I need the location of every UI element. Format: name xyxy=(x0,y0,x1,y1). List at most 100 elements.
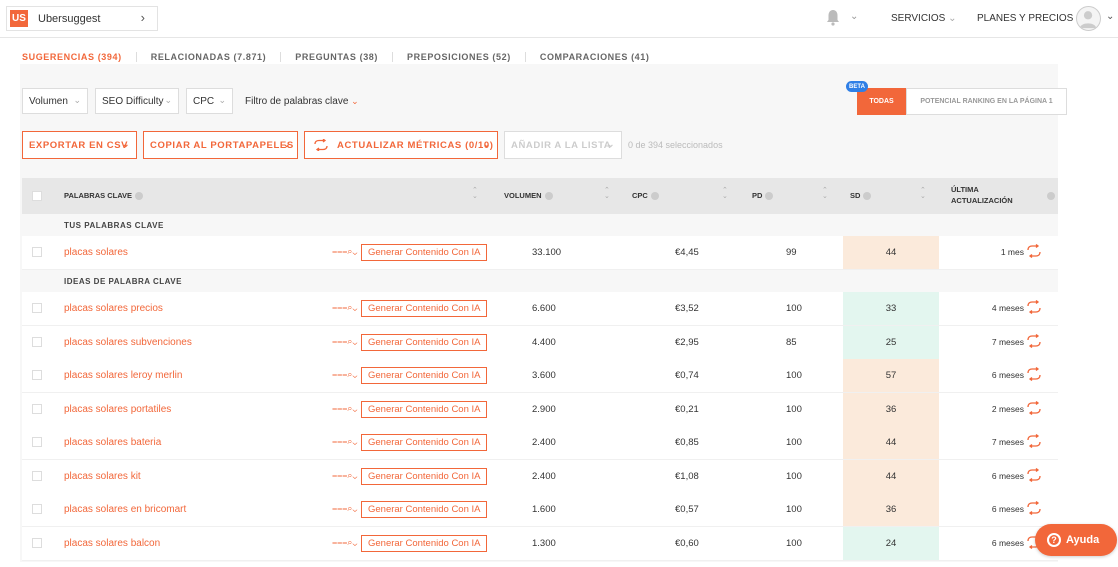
segment-potencial[interactable]: POTENCIAL RANKING EN LA PÁGINA 1 xyxy=(906,88,1067,115)
refresh-icon[interactable] xyxy=(1026,367,1042,381)
refresh-icon[interactable] xyxy=(1026,501,1042,515)
user-icon xyxy=(1079,11,1097,29)
keyword-link[interactable]: placas solares bateria xyxy=(64,437,161,448)
sort-icon[interactable]: ⌃ ⌄ xyxy=(472,187,478,200)
table-row: placas solares precios ⩶⌕⌄ Generar Conteni… xyxy=(22,292,1058,326)
volume-value: 2.400 xyxy=(532,470,556,482)
column-cpc[interactable]: CPC xyxy=(632,191,659,201)
generate-content-button[interactable]: Generar Contenido Con IA xyxy=(361,367,488,384)
keyword-tools-icon[interactable]: ⩶⌕⌄ xyxy=(332,336,357,347)
row-checkbox[interactable] xyxy=(32,437,42,447)
keyword-link[interactable]: placas solares balcon xyxy=(64,538,160,549)
refresh-icon[interactable] xyxy=(1026,434,1042,448)
keyword-tools-icon[interactable]: ⩶⌕⌄ xyxy=(332,436,357,447)
table-row: placas solares en bricomart ⩶⌕⌄ Generar Co… xyxy=(22,493,1058,527)
bell-icon[interactable] xyxy=(826,9,840,26)
chevron-down-icon: ⌄ xyxy=(482,139,491,149)
cpc-value: €4,45 xyxy=(675,247,699,258)
cpc-value: €1,08 xyxy=(675,470,699,482)
project-selector[interactable]: US Ubersuggest › xyxy=(6,6,158,31)
row-checkbox[interactable] xyxy=(32,247,42,257)
beta-badge: BETA xyxy=(846,81,868,92)
row-checkbox[interactable] xyxy=(32,370,42,380)
help-icon[interactable] xyxy=(650,192,659,201)
add-to-list-button[interactable]: AÑADIR A LA LISTA ⌄ xyxy=(504,131,622,159)
sort-icon[interactable]: ⌃ ⌄ xyxy=(722,187,728,200)
filter-keywords[interactable]: Filtro de palabras clave ⌄ xyxy=(245,96,359,107)
pd-value: 99 xyxy=(786,247,797,258)
refresh-icon[interactable] xyxy=(1026,300,1042,314)
row-checkbox[interactable] xyxy=(32,504,42,514)
row-checkbox[interactable] xyxy=(32,336,42,347)
keyword-link[interactable]: placas solares subvenciones xyxy=(64,337,192,348)
column-volume[interactable]: VOLUMEN xyxy=(504,191,553,201)
filter-seo-difficulty[interactable]: SEO Difficulty ⌄ xyxy=(95,88,179,114)
button-label: COPIAR AL PORTAPAPELES xyxy=(150,139,294,151)
refresh-icon[interactable] xyxy=(1026,333,1042,348)
generate-content-button[interactable]: Generar Contenido Con IA xyxy=(361,467,488,485)
help-icon[interactable] xyxy=(544,192,553,201)
tab-sugerencias[interactable]: SUGERENCIAS (394) xyxy=(22,52,122,62)
keyword-link[interactable]: placas solares en bricomart xyxy=(64,504,186,515)
refresh-icon xyxy=(314,139,328,151)
generate-content-button[interactable]: Generar Contenido Con IA xyxy=(361,244,488,261)
generate-content-button[interactable]: Generar Contenido Con IA xyxy=(361,333,488,351)
sort-icon[interactable]: ⌃ ⌄ xyxy=(604,187,610,200)
help-icon[interactable] xyxy=(135,192,144,201)
chevron-down-icon[interactable]: ⌄ xyxy=(1106,11,1114,22)
keyword-tools-icon[interactable]: ⩶⌕⌄ xyxy=(332,470,357,481)
keyword-tools-icon[interactable]: ⩶⌕⌄ xyxy=(332,246,357,257)
help-icon[interactable] xyxy=(863,192,872,201)
keyword-link[interactable]: placas solares kit xyxy=(64,471,141,482)
column-last-update[interactable]: ÚLTIMA ACTUALIZACIÓN xyxy=(951,184,1013,206)
generate-content-button[interactable]: Generar Contenido Con IA xyxy=(361,534,488,552)
tab-preguntas[interactable]: PREGUNTAS (38) xyxy=(295,52,378,62)
keyword-tools-icon[interactable]: ⩶⌕⌄ xyxy=(332,503,357,514)
tab-preposiciones[interactable]: PREPOSICIONES (52) xyxy=(407,52,511,62)
export-csv-button[interactable]: EXPORTAR EN CSV ⌄ xyxy=(22,131,137,159)
generate-content-button[interactable]: Generar Contenido Con IA xyxy=(361,400,488,418)
avatar[interactable] xyxy=(1076,6,1101,31)
column-keywords[interactable]: PALABRAS CLAVE xyxy=(64,191,144,201)
nav-plans[interactable]: PLANES Y PRECIOS xyxy=(977,13,1073,24)
pd-value: 100 xyxy=(786,403,802,415)
row-checkbox[interactable] xyxy=(32,303,42,313)
sort-icon[interactable]: ⌃ ⌄ xyxy=(822,187,828,200)
sort-icon[interactable]: ⌃ ⌄ xyxy=(920,187,926,200)
nav-services[interactable]: SERVICIOS ⌄ xyxy=(891,13,956,24)
filter-volumen[interactable]: Volumen ⌄ xyxy=(22,88,88,114)
generate-content-button[interactable]: Generar Contenido Con IA xyxy=(361,300,488,317)
select-all-checkbox[interactable] xyxy=(32,191,42,201)
refresh-icon[interactable] xyxy=(1026,400,1042,415)
help-icon[interactable] xyxy=(765,192,774,201)
keyword-tools-icon[interactable]: ⩶⌕⌄ xyxy=(332,537,357,548)
chevron-down-icon[interactable]: ⌄ xyxy=(850,11,858,22)
generate-content-button[interactable]: Generar Contenido Con IA xyxy=(361,501,488,518)
refresh-icon[interactable] xyxy=(1026,244,1042,258)
keyword-tools-icon[interactable]: ⩶⌕⌄ xyxy=(332,369,357,380)
row-checkbox[interactable] xyxy=(32,470,42,481)
keyword-link[interactable]: placas solares leroy merlin xyxy=(64,370,182,381)
update-metrics-button[interactable]: ACTUALIZAR MÉTRICAS (0/10) ⌄ xyxy=(304,131,498,159)
help-icon[interactable] xyxy=(1047,192,1055,201)
generate-content-button[interactable]: Generar Contenido Con IA xyxy=(361,434,488,451)
help-button[interactable]: ? Ayuda xyxy=(1035,524,1117,556)
tab-relacionadas[interactable]: RELACIONADAS (7.871) xyxy=(151,52,267,62)
keyword-link[interactable]: placas solares portatiles xyxy=(64,404,171,415)
filter-cpc[interactable]: CPC ⌄ xyxy=(186,88,233,114)
sd-value: 44 xyxy=(843,459,939,493)
keyword-link[interactable]: placas solares precios xyxy=(64,303,163,314)
keyword-tools-icon[interactable]: ⩶⌕⌄ xyxy=(332,403,357,414)
keyword-tools-icon[interactable]: ⩶⌕⌄ xyxy=(332,302,357,313)
keyword-link[interactable]: placas solares xyxy=(64,247,128,258)
row-checkbox[interactable] xyxy=(32,537,42,548)
tab-comparaciones[interactable]: COMPARACIONES (41) xyxy=(540,52,650,62)
column-pd[interactable]: PD xyxy=(752,191,774,201)
segment-todas[interactable]: TODAS xyxy=(857,88,906,115)
filter-label: CPC xyxy=(193,95,215,107)
refresh-icon[interactable] xyxy=(1026,467,1042,482)
group-label: IDEAS DE PALABRA CLAVE xyxy=(64,277,182,286)
copy-clipboard-button[interactable]: COPIAR AL PORTAPAPELES ⌄ xyxy=(143,131,298,159)
column-sd[interactable]: SD xyxy=(850,191,872,201)
row-checkbox[interactable] xyxy=(32,403,42,414)
